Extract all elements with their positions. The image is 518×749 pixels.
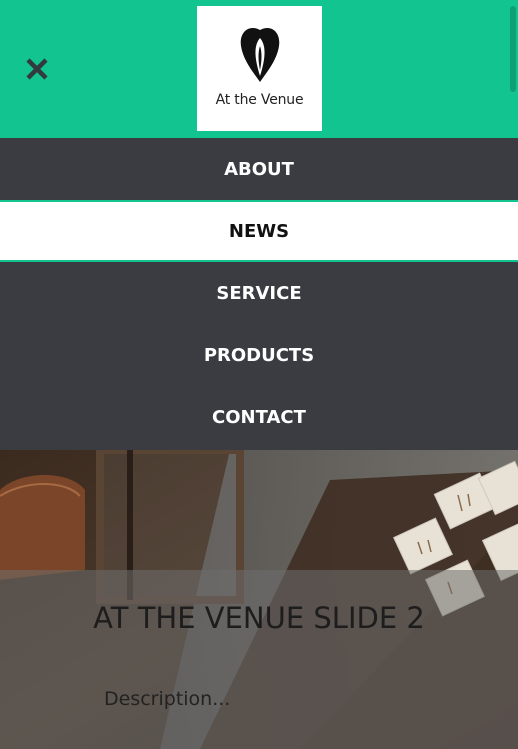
slide-caption: AT THE VENUE SLIDE 2 Description... xyxy=(0,570,518,749)
page: At the Venue ABOUT NEWS SERVICE PRODUCTS… xyxy=(0,0,518,749)
nav-item-label: PRODUCTS xyxy=(203,344,315,366)
slide-description: Description... xyxy=(104,688,231,710)
site-header: At the Venue xyxy=(0,0,518,138)
logo-text: At the Venue xyxy=(215,92,304,108)
nav-menu: ABOUT NEWS SERVICE PRODUCTS CONTACT xyxy=(0,138,518,450)
close-menu-button[interactable] xyxy=(22,54,52,84)
nav-item-news[interactable]: NEWS xyxy=(0,200,518,262)
nav-item-service[interactable]: SERVICE xyxy=(0,262,518,324)
logo[interactable]: At the Venue xyxy=(197,6,322,131)
nav-item-label: NEWS xyxy=(228,220,290,242)
close-icon xyxy=(26,58,48,80)
venue-logo-icon xyxy=(240,27,279,82)
scrollbar-thumb[interactable] xyxy=(510,6,516,92)
nav-item-products[interactable]: PRODUCTS xyxy=(0,324,518,386)
nav-item-label: CONTACT xyxy=(212,406,306,428)
nav-item-about[interactable]: ABOUT xyxy=(0,138,518,200)
nav-item-label: SERVICE xyxy=(216,282,302,304)
nav-item-contact[interactable]: CONTACT xyxy=(0,386,518,448)
nav-item-label: ABOUT xyxy=(224,158,294,180)
hero-slide[interactable]: AT THE VENUE SLIDE 2 Description... xyxy=(0,450,518,749)
slide-title: AT THE VENUE SLIDE 2 xyxy=(93,601,425,635)
